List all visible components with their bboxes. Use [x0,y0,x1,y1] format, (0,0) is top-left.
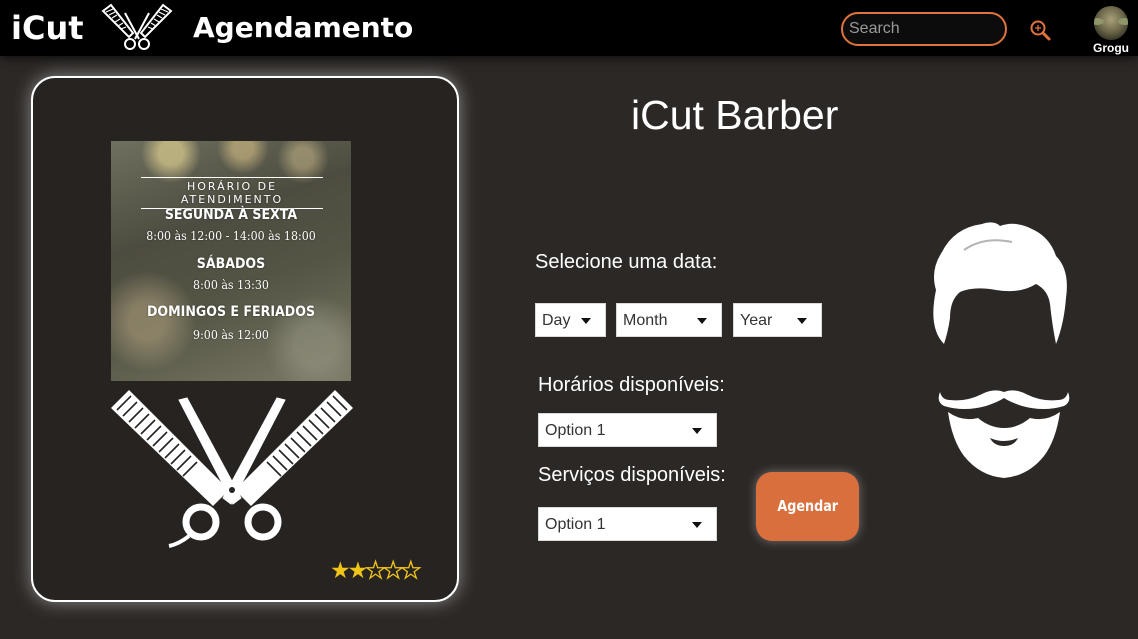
services-select-value: Option 1 [545,516,606,533]
services-label: Serviços disponíveis: [538,464,726,486]
star-empty-icon[interactable]: ★ [382,557,404,583]
shop-name: iCut Barber [631,92,839,138]
chevron-down-icon [581,318,591,324]
beard-mustache-icon [938,390,1070,478]
user-profile[interactable]: Grogu [1088,6,1134,55]
star-filled-icon[interactable]: ★ [330,557,351,583]
star-empty-icon[interactable]: ★ [365,557,387,583]
user-name: Grogu [1093,41,1129,55]
weekdays-label: SEGUNDA À SEXTA [164,207,298,223]
star-filled-icon[interactable]: ★ [348,557,369,583]
top-bar: iCut Agendamento Grogu [0,0,1138,56]
day-select[interactable]: Day [535,303,606,337]
services-select[interactable]: Option 1 [538,507,717,541]
chevron-down-icon [692,428,702,434]
schedule-button[interactable]: Agendar [756,472,859,541]
hours-title: HORÁRIO DE ATENDIMENTO [141,177,323,209]
hair-icon [933,222,1067,344]
saturday-label: SÁBADOS [196,256,266,272]
brand-logo-text[interactable]: iCut [11,8,84,48]
times-select[interactable]: Option 1 [538,413,717,447]
opening-hours-image: HORÁRIO DE ATENDIMENTO SEGUNDA À SEXTA 8… [111,141,351,381]
chevron-down-icon [697,318,707,324]
page-title: Agendamento [193,11,414,44]
search-icon[interactable] [1029,19,1051,41]
chevron-down-icon [692,522,702,528]
search-input[interactable] [841,12,1007,46]
scissors-combs-icon [111,390,353,548]
times-select-value: Option 1 [545,422,606,439]
schedule-button-label: Agendar [777,497,838,515]
month-select[interactable]: Month [616,303,722,337]
barbershop-card: HORÁRIO DE ATENDIMENTO SEGUNDA À SEXTA 8… [31,76,459,602]
chevron-down-icon [797,318,807,324]
day-select-value: Day [542,312,571,329]
avatar[interactable] [1094,6,1128,40]
weekdays-hours: 8:00 às 12:00 - 14:00 às 18:00 [146,229,316,243]
star-empty-icon[interactable]: ★ [400,557,422,583]
sunday-hours: 9:00 às 12:00 [193,328,269,342]
scissors-comb-icon [101,3,173,50]
saturday-hours: 8:00 às 13:30 [193,278,269,292]
year-select[interactable]: Year [733,303,822,337]
star-rating[interactable]: ★★★★★ [330,557,422,583]
date-label: Selecione uma data: [535,251,718,273]
month-select-value: Month [623,312,668,329]
sunday-label: DOMINGOS E FERIADOS [146,304,316,320]
year-select-value: Year [740,312,773,329]
times-label: Horários disponíveis: [538,374,725,396]
